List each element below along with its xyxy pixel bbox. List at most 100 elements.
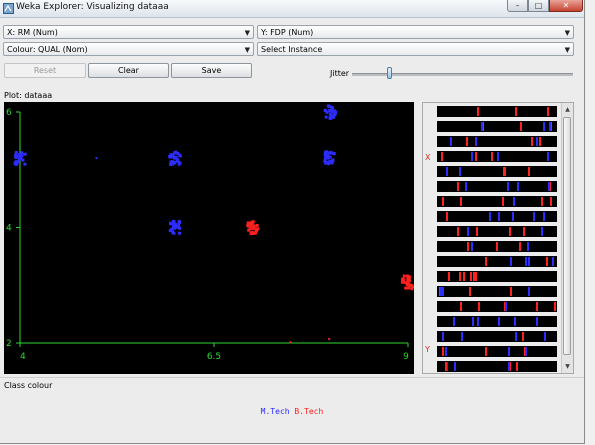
reset-button[interactable]: Reset (4, 63, 86, 78)
attribute-strip[interactable] (437, 331, 557, 342)
attribute-strip[interactable] (437, 106, 557, 117)
strip-mark (469, 287, 471, 296)
strip-mark (459, 167, 461, 176)
point-marker (404, 286, 408, 290)
scrollbar-thumb[interactable] (563, 117, 571, 355)
strip-mark (491, 152, 493, 161)
point-marker (169, 222, 173, 226)
point-marker (172, 220, 176, 224)
strip-mark (541, 197, 543, 206)
strip-mark (442, 332, 444, 341)
point-marker (178, 161, 182, 165)
maximize-button[interactable]: □ (528, 0, 549, 12)
y-axis-select-value: Y: FDP (Num) (261, 28, 314, 37)
clear-button[interactable]: Clear (88, 63, 169, 78)
attribute-strip[interactable] (437, 211, 557, 222)
strip-mark (522, 332, 524, 341)
point-marker (328, 337, 331, 340)
strip-mark (459, 272, 461, 281)
strip-mark (527, 242, 529, 251)
point-marker (14, 150, 18, 154)
strip-mark (472, 317, 474, 326)
strip-mark (471, 152, 473, 161)
scroll-down-icon[interactable]: ▼ (563, 362, 572, 371)
legend-class-mtech[interactable]: M.Tech (261, 407, 290, 416)
attribute-bars-panel[interactable]: X Y ▲ ▼ (422, 102, 574, 374)
attribute-strip[interactable] (437, 196, 557, 207)
point-marker (178, 153, 182, 157)
point-mtech (323, 104, 338, 120)
attribute-strip[interactable] (437, 226, 557, 237)
strip-mark (461, 332, 463, 341)
chevron-down-icon: ▼ (244, 46, 250, 54)
attribute-strip[interactable] (437, 256, 557, 267)
jitter-slider[interactable] (352, 66, 573, 80)
y-axis-select[interactable]: Y: FDP (Num) ▼ (257, 25, 574, 39)
strip-mark (547, 107, 549, 116)
class-colour-label: Class colour (4, 381, 53, 390)
strip-mark (531, 137, 533, 146)
attribute-strip[interactable] (437, 121, 557, 132)
colour-select-value: Colour: QUAL (Nom) (7, 45, 88, 54)
colour-select[interactable]: Colour: QUAL (Nom) ▼ (3, 42, 254, 56)
strip-mark (445, 362, 447, 371)
strip-mark (552, 257, 554, 266)
point-marker (14, 155, 18, 159)
strip-mark (476, 227, 478, 236)
point-marker (95, 157, 98, 160)
point-marker (170, 227, 174, 231)
point-marker (168, 154, 172, 158)
jitter-label: Jitter (330, 69, 350, 78)
strip-mark (516, 362, 518, 371)
point-marker (289, 341, 292, 344)
x-axis-select[interactable]: X: RM (Num) ▼ (3, 25, 254, 39)
attribute-strip[interactable] (437, 286, 557, 297)
point-marker (174, 156, 178, 160)
x-tick-label: 9 (403, 352, 409, 362)
attribute-strip[interactable] (437, 181, 557, 192)
strip-mark (445, 347, 447, 356)
scroll-up-icon[interactable]: ▲ (563, 105, 572, 114)
strip-mark (442, 197, 444, 206)
close-icon: ✕ (562, 1, 570, 10)
attribute-strip[interactable] (437, 166, 557, 177)
strip-mark (523, 227, 525, 236)
attribute-panel-scrollbar[interactable]: ▲ ▼ (561, 103, 573, 373)
instance-select[interactable]: Select Instance ▼ (257, 42, 574, 56)
jitter-slider-thumb[interactable] (387, 67, 392, 79)
save-button[interactable]: Save (171, 63, 252, 78)
point-marker (21, 158, 25, 162)
legend-class-btech[interactable]: B.Tech (294, 407, 323, 416)
strip-mark (547, 152, 549, 161)
scatter-plot-area[interactable]: 4 6.5 9 2 4 6 (4, 102, 414, 374)
point-mtech (168, 150, 182, 166)
strip-mark (512, 212, 514, 221)
y-attribute-marker: Y (425, 345, 430, 354)
strip-mark (498, 212, 500, 221)
point-btech (289, 341, 292, 344)
chevron-down-icon: ▼ (564, 46, 570, 54)
point-marker (327, 162, 331, 166)
point-marker (247, 228, 251, 232)
strip-mark (475, 152, 477, 161)
attribute-strip[interactable] (437, 346, 557, 357)
attribute-strip[interactable] (437, 271, 557, 282)
strip-mark (477, 317, 479, 326)
attribute-strip[interactable] (437, 301, 557, 312)
strip-mark (539, 137, 541, 146)
point-marker (177, 224, 181, 228)
x-tick-label: 6.5 (207, 352, 221, 362)
point-marker (333, 113, 337, 117)
point-marker (171, 222, 175, 226)
weka-visualize-window: Weka Explorer: Visualizing dataaa – □ ✕ … (0, 0, 585, 444)
strip-mark (446, 212, 448, 221)
strip-mark (485, 257, 487, 266)
close-button[interactable]: ✕ (549, 0, 583, 12)
strip-mark (541, 227, 543, 236)
strip-mark (502, 197, 504, 206)
minimize-button[interactable]: – (507, 0, 528, 12)
strip-mark (517, 182, 519, 191)
strip-mark (450, 137, 452, 146)
title-bar: Weka Explorer: Visualizing dataaa – □ ✕ (0, 0, 584, 18)
strip-mark (457, 182, 459, 191)
